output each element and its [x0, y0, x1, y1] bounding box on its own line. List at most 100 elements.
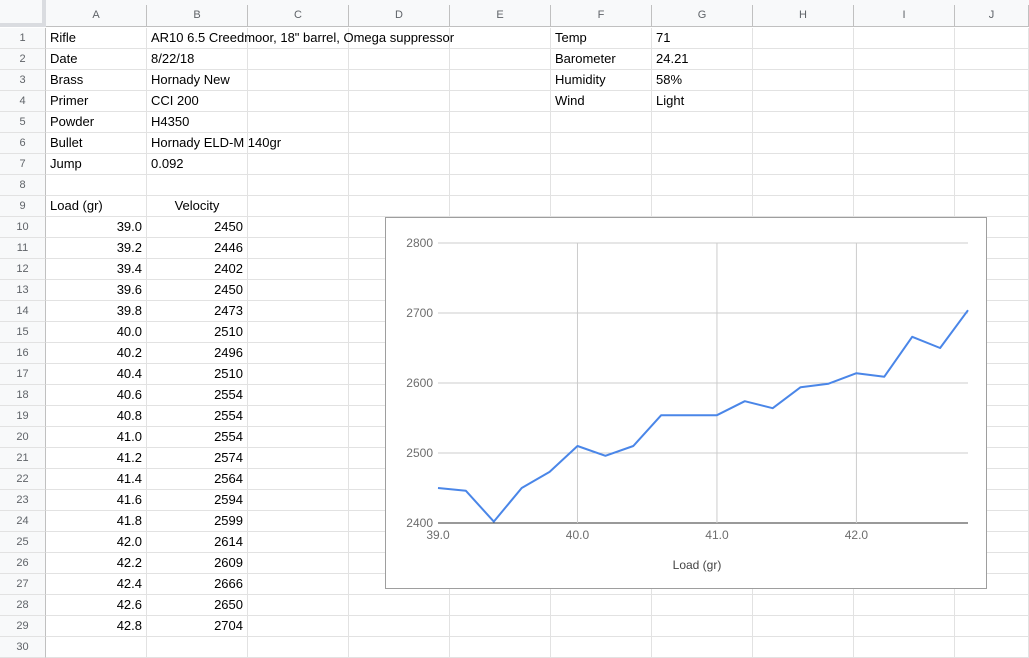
info-label-7[interactable]: Jump	[46, 154, 147, 175]
cell-h3[interactable]	[753, 70, 854, 91]
row-header-30[interactable]: 30	[0, 637, 46, 658]
cell-g30[interactable]	[652, 637, 753, 658]
cell-j28[interactable]	[955, 595, 1029, 616]
cell-h6[interactable]	[753, 133, 854, 154]
cell-f9[interactable]	[551, 196, 652, 217]
cell-b30[interactable]	[147, 637, 248, 658]
series-line-0[interactable]	[437, 309, 969, 523]
cell-h28[interactable]	[753, 595, 854, 616]
load-cell[interactable]: 42.2	[46, 553, 147, 574]
load-cell[interactable]: 40.8	[46, 406, 147, 427]
load-cell[interactable]: 40.4	[46, 364, 147, 385]
cell-e3[interactable]	[450, 70, 551, 91]
load-cell[interactable]: 39.0	[46, 217, 147, 238]
info-label-5[interactable]: Powder	[46, 112, 147, 133]
cell-f7[interactable]	[551, 154, 652, 175]
load-cell[interactable]: 39.4	[46, 259, 147, 280]
load-cell[interactable]: 41.6	[46, 490, 147, 511]
cell-g7[interactable]	[652, 154, 753, 175]
row-header-26[interactable]: 26	[0, 553, 46, 574]
load-cell[interactable]: 42.8	[46, 616, 147, 637]
cell-i5[interactable]	[854, 112, 955, 133]
load-cell[interactable]: 39.6	[46, 280, 147, 301]
cell-i8[interactable]	[854, 175, 955, 196]
cell-h1[interactable]	[753, 28, 854, 49]
row-header-27[interactable]: 27	[0, 574, 46, 595]
column-header-e[interactable]: E	[450, 5, 551, 27]
row-header-2[interactable]: 2	[0, 49, 46, 70]
cell-i1[interactable]	[854, 28, 955, 49]
column-header-b[interactable]: B	[147, 5, 248, 27]
row-header-11[interactable]: 11	[0, 238, 46, 259]
load-cell[interactable]: 39.8	[46, 301, 147, 322]
cell-j9[interactable]	[955, 196, 1029, 217]
row-header-9[interactable]: 9	[0, 196, 46, 217]
info-value-3[interactable]: Hornady New	[147, 70, 349, 91]
cell-d2[interactable]	[349, 49, 450, 70]
cell-j6[interactable]	[955, 133, 1029, 154]
cell-d4[interactable]	[349, 91, 450, 112]
condition-value-1[interactable]: 71	[652, 28, 753, 49]
column-header-d[interactable]: D	[349, 5, 450, 27]
velocity-cell[interactable]: 2614	[147, 532, 248, 553]
info-label-3[interactable]: Brass	[46, 70, 147, 91]
row-header-17[interactable]: 17	[0, 364, 46, 385]
load-cell[interactable]: 39.2	[46, 238, 147, 259]
load-cell[interactable]: 42.4	[46, 574, 147, 595]
cell-e28[interactable]	[450, 595, 551, 616]
info-value-5[interactable]: H4350	[147, 112, 349, 133]
cell-i6[interactable]	[854, 133, 955, 154]
row-header-28[interactable]: 28	[0, 595, 46, 616]
cell-b8[interactable]	[147, 175, 248, 196]
cell-a8[interactable]	[46, 175, 147, 196]
cell-c20[interactable]	[248, 427, 349, 448]
cell-c22[interactable]	[248, 469, 349, 490]
info-label-6[interactable]: Bullet	[46, 133, 147, 154]
cell-g29[interactable]	[652, 616, 753, 637]
column-header-g[interactable]: G	[652, 5, 753, 27]
cell-i9[interactable]	[854, 196, 955, 217]
row-header-15[interactable]: 15	[0, 322, 46, 343]
row-header-20[interactable]: 20	[0, 427, 46, 448]
info-label-2[interactable]: Date	[46, 49, 147, 70]
cell-f28[interactable]	[551, 595, 652, 616]
velocity-cell[interactable]: 2554	[147, 406, 248, 427]
info-value-7[interactable]: 0.092	[147, 154, 349, 175]
row-header-5[interactable]: 5	[0, 112, 46, 133]
cell-a30[interactable]	[46, 637, 147, 658]
velocity-cell[interactable]: 2554	[147, 385, 248, 406]
condition-value-3[interactable]: 58%	[652, 70, 753, 91]
cell-d9[interactable]	[349, 196, 450, 217]
cell-i28[interactable]	[854, 595, 955, 616]
cell-c10[interactable]	[248, 217, 349, 238]
velocity-cell[interactable]: 2450	[147, 217, 248, 238]
cell-h8[interactable]	[753, 175, 854, 196]
cell-c30[interactable]	[248, 637, 349, 658]
velocity-cell[interactable]: 2609	[147, 553, 248, 574]
cell-e8[interactable]	[450, 175, 551, 196]
cell-d29[interactable]	[349, 616, 450, 637]
row-header-29[interactable]: 29	[0, 616, 46, 637]
condition-label-3[interactable]: Humidity	[551, 70, 652, 91]
velocity-cell[interactable]: 2446	[147, 238, 248, 259]
row-header-19[interactable]: 19	[0, 406, 46, 427]
cell-h7[interactable]	[753, 154, 854, 175]
row-header-18[interactable]: 18	[0, 385, 46, 406]
cell-e29[interactable]	[450, 616, 551, 637]
cell-h9[interactable]	[753, 196, 854, 217]
velocity-cell[interactable]: 2574	[147, 448, 248, 469]
velocity-cell[interactable]: 2666	[147, 574, 248, 595]
cell-e7[interactable]	[450, 154, 551, 175]
velocity-line-chart[interactable]: 2400 2500 2600 2700 2800 39.0 40.0 41.0 42.0 Load…	[385, 217, 987, 589]
velocity-cell[interactable]: 2510	[147, 322, 248, 343]
row-header-23[interactable]: 23	[0, 490, 46, 511]
cell-j2[interactable]	[955, 49, 1029, 70]
row-header-24[interactable]: 24	[0, 511, 46, 532]
cell-c8[interactable]	[248, 175, 349, 196]
cell-d7[interactable]	[349, 154, 450, 175]
velocity-cell[interactable]: 2402	[147, 259, 248, 280]
cell-j7[interactable]	[955, 154, 1029, 175]
load-cell[interactable]: 40.0	[46, 322, 147, 343]
condition-label-4[interactable]: Wind	[551, 91, 652, 112]
cell-c21[interactable]	[248, 448, 349, 469]
